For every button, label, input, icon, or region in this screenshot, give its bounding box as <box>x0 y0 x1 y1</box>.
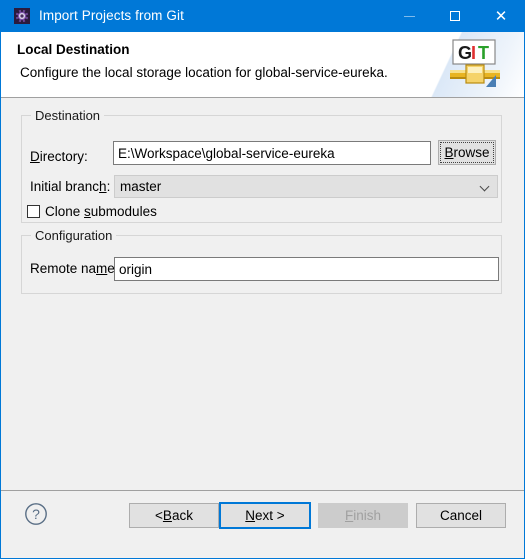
svg-text:?: ? <box>32 506 40 522</box>
maximize-icon[interactable] <box>432 0 478 32</box>
close-icon[interactable]: ✕ <box>478 0 524 32</box>
cancel-button[interactable]: Cancel <box>416 503 506 528</box>
initial-branch-value: master <box>120 179 162 194</box>
remote-name-label: Remote name: <box>30 261 119 276</box>
directory-input[interactable] <box>113 141 431 165</box>
button-bar: ? < Back Next > Finish Cancel <box>1 490 524 558</box>
initial-branch-combo[interactable]: master <box>114 175 498 198</box>
clone-submodules-checkbox[interactable] <box>27 205 40 218</box>
title-bar: Import Projects from Git ✕ <box>1 0 524 32</box>
window-controls: ✕ <box>386 0 524 32</box>
remote-name-input[interactable] <box>114 257 499 281</box>
initial-branch-label: Initial branch: <box>30 179 111 194</box>
next-button[interactable]: Next > <box>219 502 311 529</box>
git-logo: G I T <box>448 39 502 91</box>
svg-text:G: G <box>458 43 472 63</box>
configuration-group-legend: Configuration <box>31 228 117 243</box>
wizard-body: Destination Directory: Browse Initial br… <box>1 98 524 490</box>
finish-button: Finish <box>318 503 408 528</box>
eclipse-gear-icon <box>14 8 30 24</box>
destination-group-legend: Destination <box>31 108 105 123</box>
chevron-down-icon <box>473 182 497 191</box>
wizard-header: Local Destination Configure the local st… <box>1 32 524 98</box>
svg-text:T: T <box>478 43 489 63</box>
back-button[interactable]: < Back <box>129 503 219 528</box>
import-projects-from-git-dialog: Import Projects from Git ✕ Local Destina… <box>0 0 525 559</box>
clone-submodules-label: Clone submodules <box>45 204 157 219</box>
page-title: Local Destination <box>17 42 130 57</box>
page-description: Configure the local storage location for… <box>20 65 388 80</box>
help-icon[interactable]: ? <box>24 502 48 526</box>
svg-text:I: I <box>471 43 476 63</box>
minimize-icon[interactable] <box>386 0 432 32</box>
clone-submodules-checkbox-row[interactable]: Clone submodules <box>27 204 157 219</box>
directory-label: Directory: <box>30 149 88 164</box>
browse-button[interactable]: Browse <box>438 140 496 165</box>
window-title: Import Projects from Git <box>39 8 184 23</box>
